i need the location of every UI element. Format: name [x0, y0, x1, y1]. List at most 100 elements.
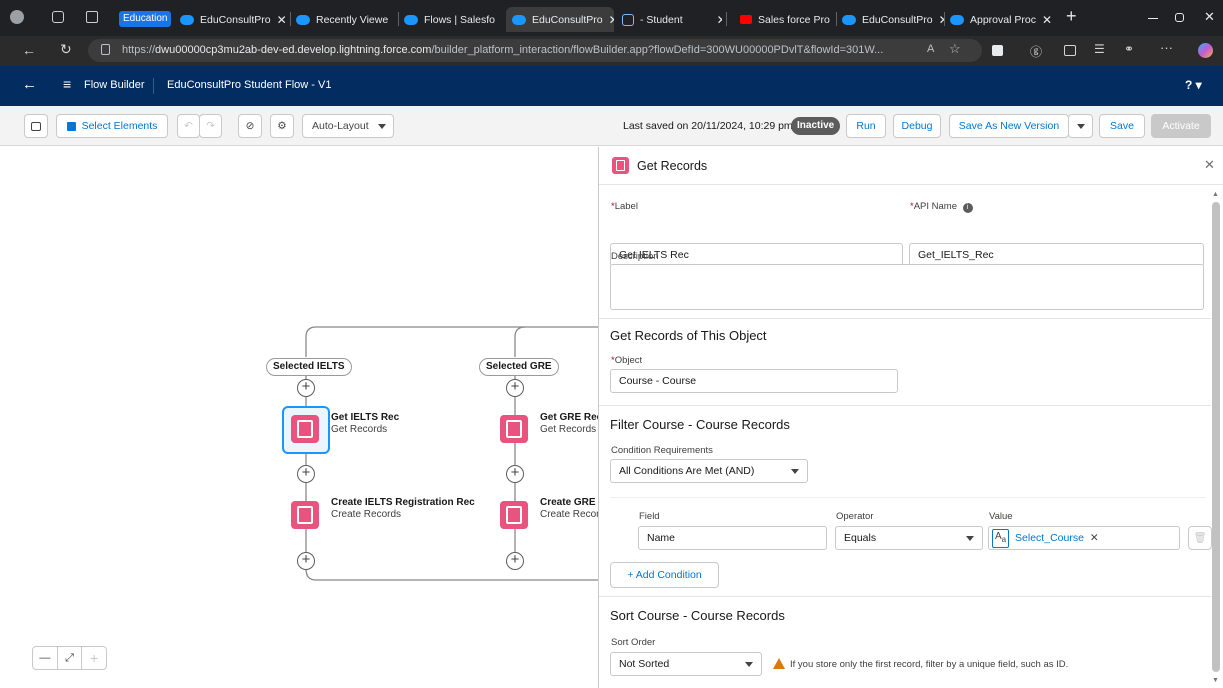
add-condition-button[interactable]: + Add Condition — [610, 562, 719, 588]
browser-tab[interactable]: EduConsultPro ✕ — [842, 7, 944, 32]
settings-button[interactable]: ⚙ — [270, 114, 294, 138]
workspaces-icon[interactable] — [52, 11, 64, 23]
get-records-node[interactable] — [291, 415, 319, 443]
close-icon[interactable]: ✕ — [1204, 157, 1215, 173]
toggle-panel-button[interactable] — [24, 114, 48, 138]
browser-tab[interactable]: EduConsultPro ✕ — [180, 7, 290, 32]
scroll-up-icon[interactable]: ▲ — [1212, 191, 1219, 198]
add-element-icon[interactable]: + — [506, 552, 524, 570]
add-element-icon[interactable]: + — [506, 465, 524, 483]
collections-icon[interactable]: ⚭ — [1124, 42, 1134, 56]
value-pill[interactable]: Select_Course — [1015, 532, 1084, 544]
salesforce-icon — [180, 14, 194, 25]
object-field-label: Object — [614, 355, 643, 366]
flow-builder-logo-icon: ≡ — [63, 76, 72, 92]
profile-avatar-icon[interactable] — [10, 10, 24, 24]
condition-field-input[interactable]: Name — [638, 526, 827, 550]
run-button[interactable]: Run — [846, 114, 886, 138]
add-element-icon[interactable]: + — [297, 379, 315, 397]
flow-canvas[interactable]: Selected IELTS + Get IELTS Rec Get Recor… — [0, 147, 598, 688]
scrollbar[interactable] — [1212, 202, 1220, 672]
get-records-icon — [506, 420, 522, 438]
close-icon[interactable]: ✕ — [1042, 13, 1052, 27]
node-title[interactable]: Create IELTS Registration Rec — [331, 497, 475, 508]
tab-title: EduConsultPro — [862, 13, 933, 26]
address-bar-row: ← ↻ https://dwu00000cp3mu2ab-dev-ed.deve… — [0, 36, 1223, 66]
close-icon[interactable]: ✕ — [609, 13, 614, 27]
close-icon[interactable]: ✕ — [277, 13, 287, 27]
back-icon[interactable]: ← — [22, 42, 36, 58]
node-title[interactable]: Get GRE Rec — [540, 412, 598, 423]
browser-tab-active[interactable]: EduConsultPro ✕ — [506, 7, 614, 32]
remove-value-icon[interactable]: ✕ — [1090, 532, 1099, 544]
extension-icon[interactable] — [992, 45, 1003, 56]
sort-order-select[interactable]: Not Sorted — [610, 652, 762, 676]
salesforce-icon — [842, 14, 856, 25]
select-icon — [66, 121, 76, 131]
add-element-icon[interactable]: + — [297, 552, 315, 570]
object-input[interactable]: Course - Course — [610, 369, 898, 393]
decision-outcome-label[interactable]: Selected GRE — [479, 358, 559, 376]
undo-button[interactable]: ↶ — [177, 114, 200, 138]
info-icon[interactable]: i — [962, 203, 973, 213]
chevron-down-icon — [1077, 124, 1085, 129]
back-arrow-icon[interactable]: ← — [22, 76, 37, 93]
copilot-icon[interactable] — [1198, 43, 1213, 58]
node-type: Create Records — [331, 509, 402, 520]
extension-icon[interactable]: ⓖ — [1030, 43, 1042, 60]
layout-mode-select[interactable]: Auto-Layout — [302, 114, 394, 138]
zoom-out-button[interactable]: — — [33, 647, 58, 669]
new-tab-button[interactable]: + — [1066, 6, 1077, 27]
tab-group-label[interactable]: Education — [119, 11, 172, 27]
url-field[interactable]: https://dwu00000cp3mu2ab-dev-ed.develop.… — [88, 39, 982, 62]
condition-value-input[interactable]: Aa Select_Course ✕ — [988, 526, 1180, 550]
url-host: dwu00000cp3mu2ab-dev-ed.develop.lightnin… — [155, 44, 432, 56]
browser-tab[interactable]: - Student ✕ — [622, 7, 722, 32]
delete-condition-button[interactable]: 🗑 — [1188, 526, 1212, 550]
minimize-icon[interactable] — [1148, 18, 1158, 19]
create-records-icon — [506, 506, 522, 524]
save-options-button[interactable] — [1068, 114, 1093, 138]
zoom-in-button[interactable]: + — [82, 647, 106, 669]
get-records-node[interactable] — [500, 415, 528, 443]
zoom-fit-button[interactable]: ⤢ — [58, 647, 83, 669]
activate-button[interactable]: Activate — [1151, 114, 1211, 138]
app-name: Flow Builder — [84, 79, 145, 91]
description-textarea[interactable] — [610, 264, 1204, 310]
add-element-icon[interactable]: + — [297, 465, 315, 483]
decision-outcome-label[interactable]: Selected IELTS — [266, 358, 352, 376]
condition-requirements-select[interactable]: All Conditions Are Met (AND) — [610, 459, 808, 483]
tab-actions-icon[interactable] — [86, 11, 98, 23]
restore-icon[interactable] — [1175, 13, 1184, 22]
browser-tab[interactable]: Approval Proc ✕ — [950, 7, 1052, 32]
node-title[interactable]: Get IELTS Rec — [331, 412, 399, 423]
browser-tab[interactable]: Recently Viewe ✕ — [296, 7, 394, 32]
save-as-new-version-button[interactable]: Save As New Version — [949, 114, 1069, 138]
browser-tab[interactable]: Sales force Pro ✕ — [740, 7, 836, 32]
read-aloud-icon[interactable]: A — [927, 43, 934, 55]
redo-button[interactable]: ↷ — [199, 114, 222, 138]
more-icon[interactable]: ··· — [1160, 40, 1173, 55]
browser-tab[interactable]: Flows | Salesfo ✕ — [404, 7, 500, 32]
favorite-star-icon[interactable]: ☆ — [949, 41, 961, 57]
create-records-node[interactable] — [291, 501, 319, 529]
help-button[interactable]: ? ▾ — [1185, 78, 1202, 92]
save-button[interactable]: Save — [1099, 114, 1145, 138]
node-title[interactable]: Create GRE I — [540, 497, 598, 508]
gear-icon: ⚙ — [277, 120, 287, 132]
lock-icon[interactable] — [101, 44, 110, 55]
close-icon[interactable]: ✕ — [717, 13, 722, 27]
select-elements-button[interactable]: Select Elements — [56, 114, 168, 138]
favorites-icon[interactable]: ☰ — [1094, 42, 1105, 56]
refresh-icon[interactable]: ↻ — [60, 41, 72, 58]
add-element-icon[interactable]: + — [506, 379, 524, 397]
create-records-node[interactable] — [500, 501, 528, 529]
debug-button[interactable]: Debug — [893, 114, 941, 138]
close-window-icon[interactable]: ✕ — [1204, 9, 1215, 25]
filter-section-title: Filter Course - Course Records — [610, 417, 790, 432]
condition-operator-select[interactable]: Equals — [835, 526, 983, 550]
split-screen-icon[interactable] — [1064, 45, 1076, 56]
tab-title: EduConsultPro — [200, 13, 271, 26]
errors-button[interactable]: ⊘ — [238, 114, 262, 138]
scroll-down-icon[interactable]: ▼ — [1212, 677, 1219, 684]
